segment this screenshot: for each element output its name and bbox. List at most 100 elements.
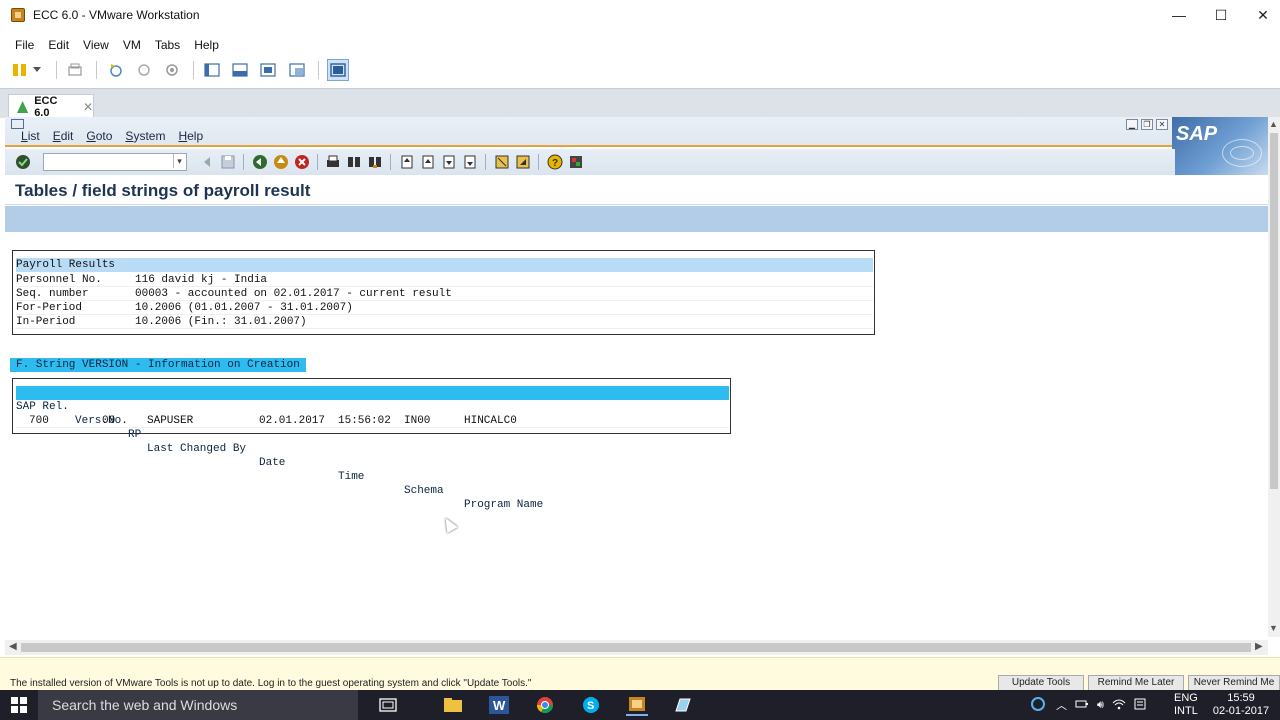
never-remind-button[interactable]: Never Remind Me (1188, 675, 1280, 691)
cancel-icon[interactable] (294, 154, 310, 170)
shortcut-icon[interactable] (515, 154, 531, 170)
svg-text:S: S (587, 700, 594, 712)
help-icon[interactable]: ? (547, 154, 563, 170)
window-titlebar: ECC 6.0 - VMware Workstation (0, 0, 1280, 30)
battery-icon[interactable] (1075, 699, 1089, 712)
sap-menubar: List Edit Goto System Help ▁ ❐ ✕ (5, 117, 1268, 147)
vmware-app-icon (11, 8, 25, 22)
show-library-icon[interactable] (203, 61, 221, 79)
vertical-scrollbar[interactable]: ▲ ▼ (1268, 117, 1280, 637)
tab-close-icon[interactable]: ✕ (83, 100, 93, 114)
list-item: For-Period 10.2006 (01.01.2007 - 31.01.20… (16, 301, 873, 315)
scroll-right-icon[interactable]: ▶ (1255, 641, 1263, 652)
sap-minimize-icon[interactable]: ▁ (1126, 119, 1138, 130)
start-button[interactable] (0, 690, 38, 720)
windows-taskbar: Search the web and Windows W S ︿ 🔊︎ ENG … (0, 690, 1280, 720)
clock[interactable]: 15:59 02-01-2017 (1212, 690, 1270, 720)
menu-tabs[interactable]: Tabs (148, 38, 187, 52)
take-snapshot-icon[interactable] (107, 61, 125, 79)
scroll-left-icon[interactable]: ◀ (9, 641, 17, 652)
horizontal-scrollbar[interactable]: ◀ ▶ (5, 640, 1268, 655)
revert-snapshot-icon[interactable] (135, 61, 153, 79)
file-explorer-icon[interactable] (442, 694, 464, 716)
vmware-tools-notification: The installed version of VMware Tools is… (0, 657, 1280, 691)
power-dropdown-icon[interactable] (31, 61, 43, 79)
vmware-toolbar (0, 58, 1280, 84)
next-page-icon[interactable] (441, 154, 457, 170)
wifi-icon[interactable] (1112, 698, 1126, 713)
menu-view[interactable]: View (76, 38, 116, 52)
svg-text:?: ? (552, 158, 558, 169)
table-row: 700 00 SAPUSER 02.01.2017 15:56:02 IN00 … (16, 414, 729, 428)
notification-message: The installed version of VMware Tools is… (10, 678, 532, 689)
update-icon[interactable] (1030, 696, 1046, 715)
enter-icon[interactable] (15, 154, 31, 170)
back-arrow-small-icon[interactable] (199, 154, 215, 170)
full-screen-icon[interactable] (259, 61, 277, 79)
sap-menu-help[interactable]: Help (178, 129, 203, 143)
previous-page-icon[interactable] (420, 154, 436, 170)
notepad-icon[interactable] (672, 694, 694, 716)
word-icon[interactable]: W (488, 694, 510, 716)
application-toolbar (5, 206, 1268, 232)
update-tools-button[interactable]: Update Tools (998, 675, 1084, 691)
pause-icon[interactable] (11, 61, 29, 79)
unity-icon[interactable] (288, 61, 306, 79)
last-page-icon[interactable] (462, 154, 478, 170)
vm-running-icon (17, 101, 29, 113)
version-section-title: F. String VERSION - Information on Creat… (10, 358, 306, 372)
close-window-button[interactable]: ✕ (1240, 0, 1280, 30)
send-ctrl-alt-del-icon[interactable] (66, 61, 84, 79)
action-center-icon[interactable] (1134, 698, 1146, 713)
console-view-icon[interactable] (327, 59, 349, 81)
minimize-button[interactable]: — (1156, 0, 1202, 30)
scroll-thumb[interactable] (1270, 133, 1278, 489)
list-item: Personnel No. 116 david kj - India (16, 273, 873, 287)
first-page-icon[interactable] (399, 154, 415, 170)
remind-later-button[interactable]: Remind Me Later (1088, 675, 1184, 691)
show-hidden-icons-icon[interactable]: ︿ (1056, 697, 1067, 713)
command-history-icon[interactable]: ▾ (173, 154, 185, 168)
menu-edit[interactable]: Edit (41, 38, 76, 52)
exit-icon[interactable] (273, 154, 289, 170)
show-thumbnail-bar-icon[interactable] (231, 61, 249, 79)
find-icon[interactable] (346, 154, 362, 170)
skype-icon[interactable]: S (580, 694, 602, 716)
window-title: ECC 6.0 - VMware Workstation (33, 8, 200, 22)
scroll-thumb[interactable] (21, 643, 1251, 652)
find-next-icon[interactable] (367, 154, 383, 170)
menu-help[interactable]: Help (187, 38, 226, 52)
chrome-icon[interactable] (534, 694, 556, 716)
vmware-taskbar-icon[interactable] (626, 694, 648, 716)
screen-title-bar: Tables / field strings of payroll result (5, 175, 1268, 205)
maximize-button[interactable]: ☐ (1198, 0, 1244, 30)
svg-text:W: W (493, 698, 506, 713)
scroll-up-icon[interactable]: ▲ (1269, 119, 1278, 129)
sap-menu-goto[interactable]: Goto (86, 129, 112, 143)
page-title: Tables / field strings of payroll result (15, 181, 311, 200)
save-icon[interactable] (220, 154, 236, 170)
payroll-results-box: Payroll Results Personnel No. 116 david k… (12, 250, 875, 335)
customize-layout-icon[interactable] (568, 154, 584, 170)
sap-menu-edit[interactable]: Edit (53, 129, 74, 143)
command-field[interactable] (43, 153, 187, 171)
task-view-icon[interactable] (377, 694, 399, 716)
taskbar-search[interactable]: Search the web and Windows (38, 690, 358, 720)
input-language[interactable]: ENG INTL (1174, 690, 1198, 720)
menu-vm[interactable]: VM (116, 38, 148, 52)
back-icon[interactable] (252, 154, 268, 170)
list-item: Seq. number 00003 - accounted on 02.01.20… (16, 287, 873, 301)
sap-system-menu-icon[interactable] (11, 119, 24, 129)
menu-file[interactable]: File (8, 38, 41, 52)
print-icon[interactable] (325, 154, 341, 170)
scroll-down-icon[interactable]: ▼ (1269, 623, 1278, 633)
vm-tab-ecc[interactable]: ECC 6.0 ✕ (8, 94, 94, 119)
volume-icon[interactable]: 🔊︎ (1097, 699, 1104, 712)
create-session-icon[interactable] (494, 154, 510, 170)
sap-menu-system[interactable]: System (125, 129, 165, 143)
sap-close-icon[interactable]: ✕ (1156, 119, 1168, 130)
snapshot-manager-icon[interactable] (163, 61, 181, 79)
sap-standard-toolbar: ▾ ? (5, 149, 1175, 175)
sap-restore-icon[interactable]: ❐ (1141, 119, 1153, 130)
sap-menu-list[interactable]: List (21, 129, 40, 143)
